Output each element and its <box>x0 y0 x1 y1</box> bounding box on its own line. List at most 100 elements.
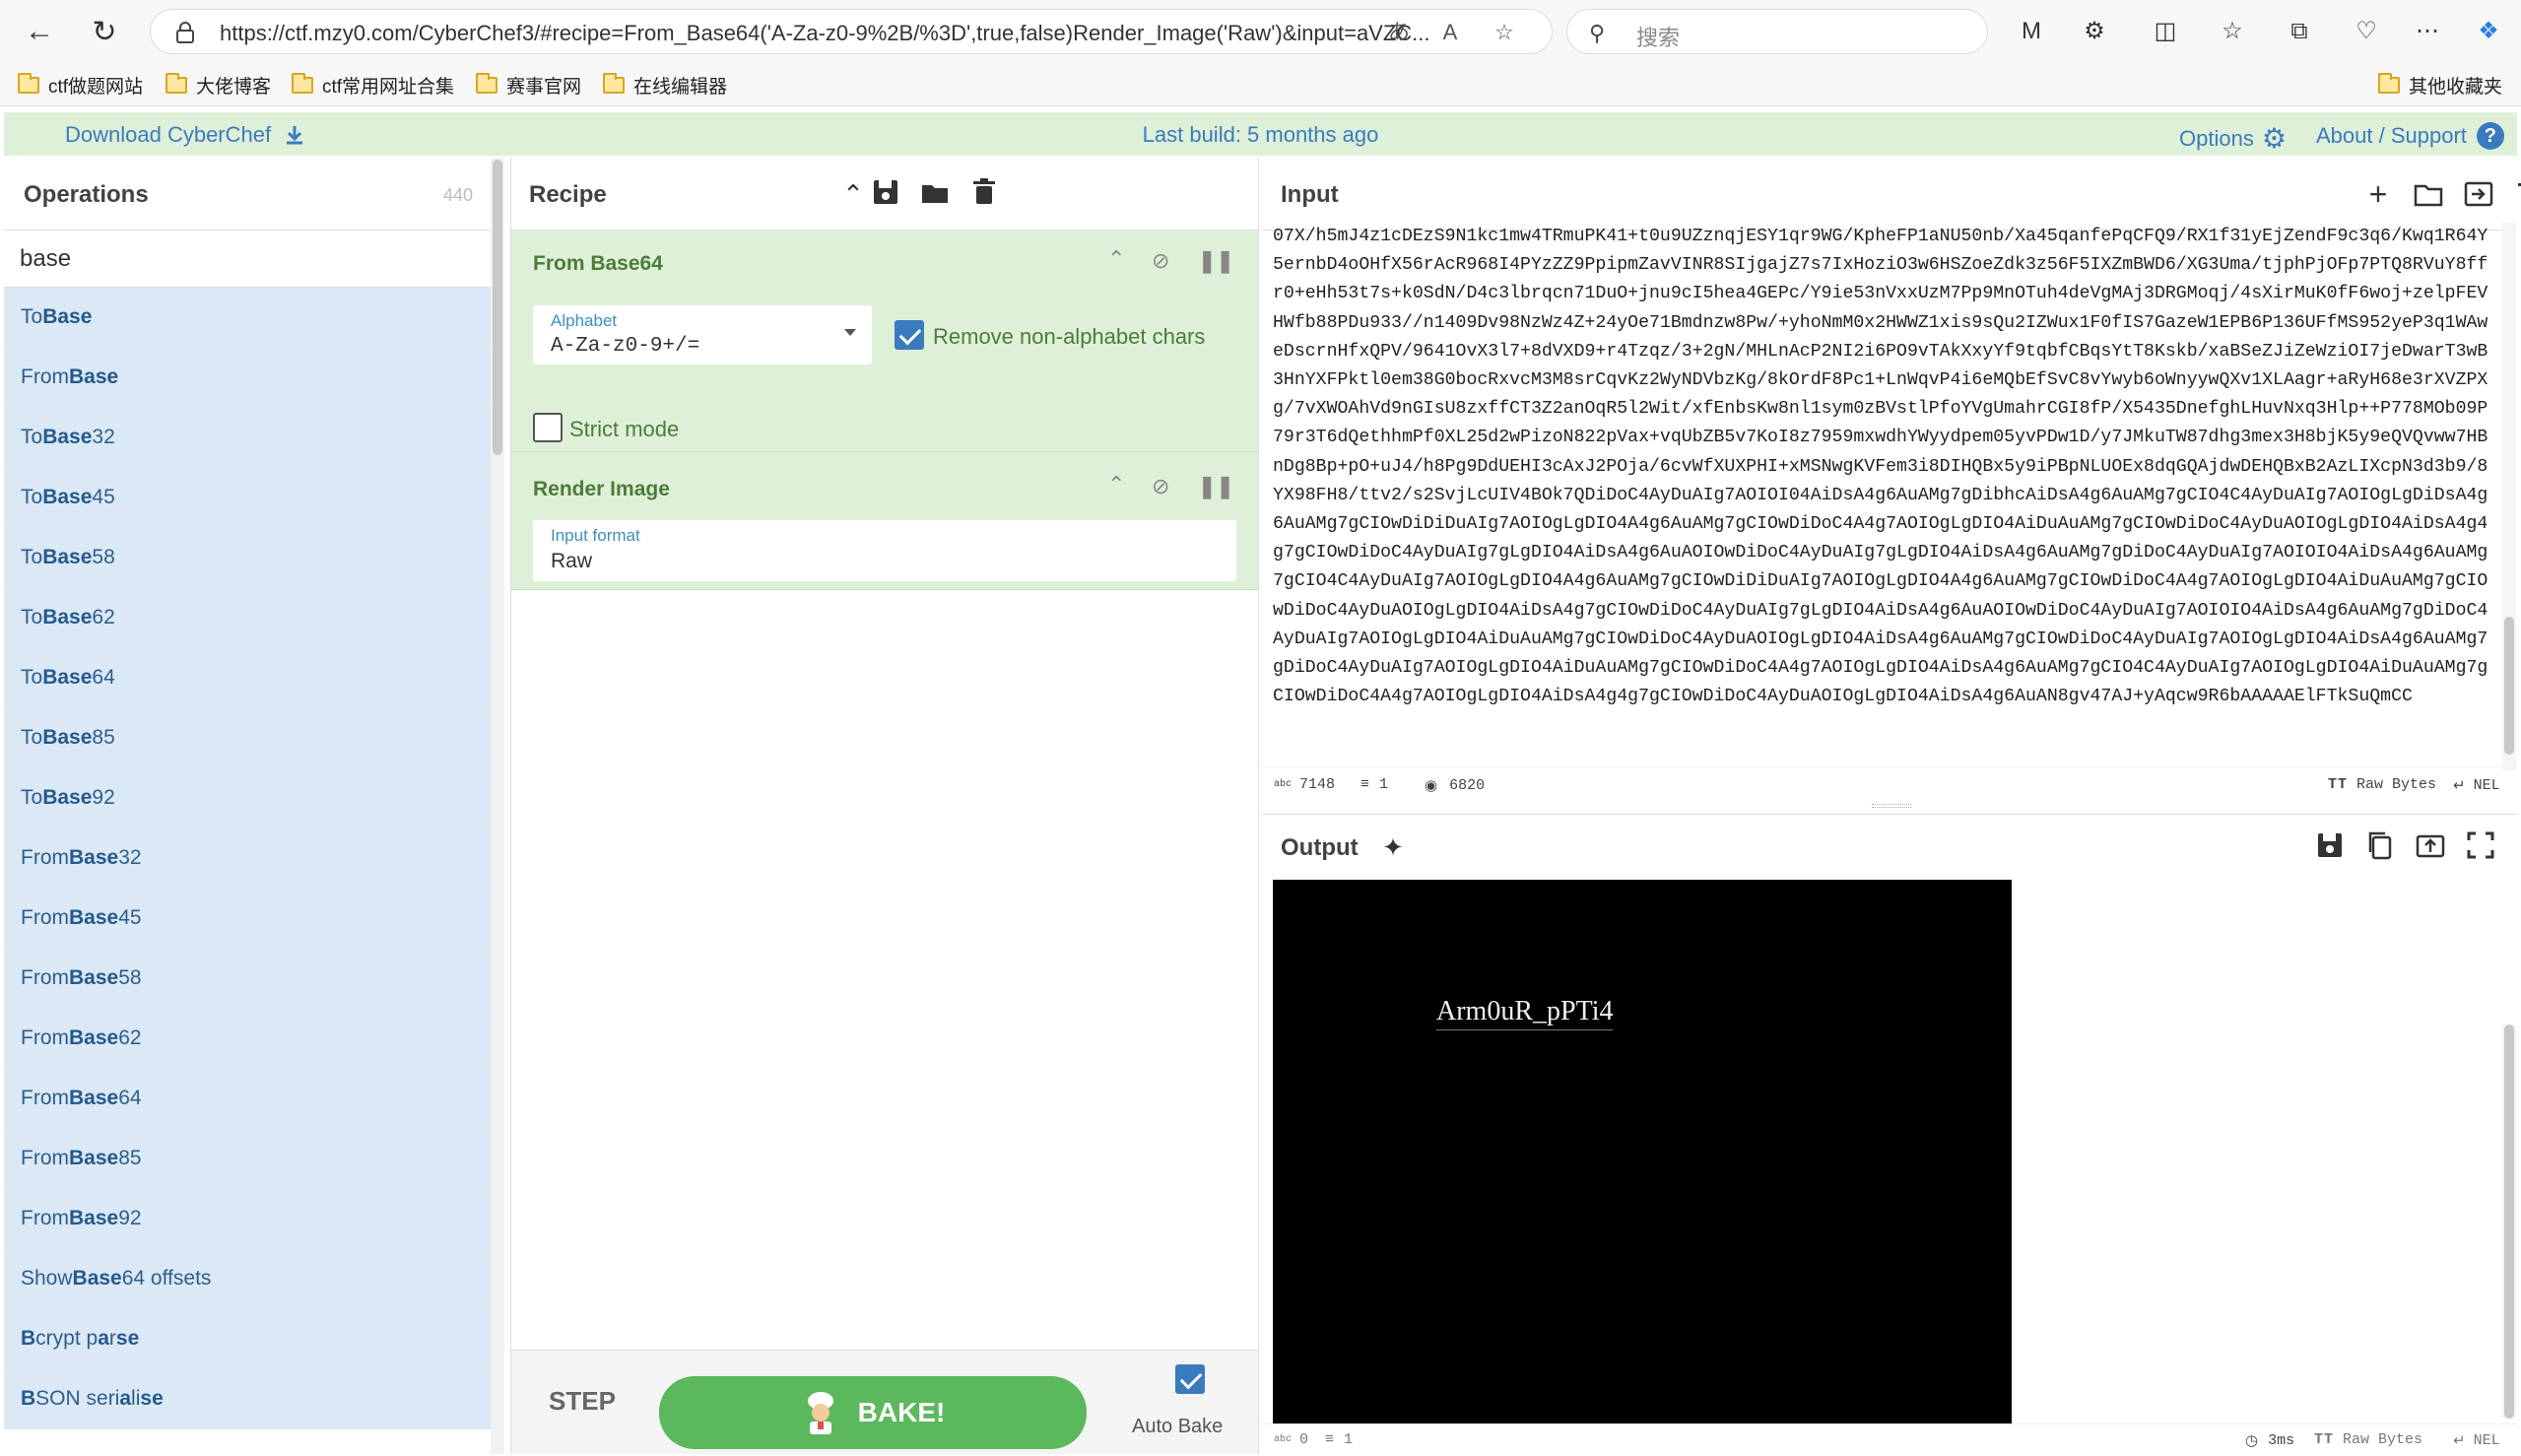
reload-icon[interactable]: ↻ <box>85 12 124 51</box>
bookmarks-bar: ctf做题网站 大佬博客 ctf常用网址合集 赛事官网 在线编辑器 其他收藏夹 <box>0 63 2521 106</box>
operation-text: 32 <box>92 426 115 448</box>
output-eol[interactable]: ↵ NEL <box>2453 1431 2500 1450</box>
input-scrollbar[interactable] <box>2502 223 2516 770</box>
input-textarea[interactable]: 07X/h5mJ4z1cDEzS9N1kc1mw4TRmuPK41+t0u9UZ… <box>1273 223 2494 762</box>
auto-bake-label: Auto Bake <box>1132 1416 1224 1437</box>
operation-item[interactable]: To Base 62 <box>4 588 491 648</box>
bookmark-folder[interactable]: 大佬博客 <box>166 71 271 99</box>
copilot-icon[interactable]: ❖ <box>2471 14 2506 49</box>
operation-text: r <box>108 1327 116 1350</box>
auto-bake-checkbox[interactable] <box>1175 1364 1205 1394</box>
split-screen-icon[interactable]: ◫ <box>2148 14 2183 49</box>
scrollbar-thumb[interactable] <box>2504 617 2514 755</box>
bake-button[interactable]: BAKE! <box>659 1376 1087 1449</box>
operation-text: crypt p <box>35 1327 99 1350</box>
read-aloud-icon[interactable]: A <box>1436 19 1464 46</box>
abc-icon: abc <box>1274 1434 1293 1445</box>
trash-icon[interactable] <box>2512 177 2521 211</box>
operation-item[interactable]: From Base 32 <box>4 828 491 889</box>
extensions-icon[interactable]: ⚙ <box>2077 14 2112 49</box>
operation-item[interactable]: To Base 58 <box>4 528 491 588</box>
output-encoding[interactable]: T T Raw Bytes <box>2314 1431 2422 1448</box>
operation-item[interactable]: To Base 92 <box>4 768 491 828</box>
more-menu-icon[interactable]: ⋯ <box>2410 14 2445 49</box>
operation-item[interactable]: B SON seri a li se <box>4 1369 491 1429</box>
operation-text: 32 <box>118 846 142 869</box>
operation-item[interactable]: To Base 45 <box>4 468 491 528</box>
replace-input-icon[interactable] <box>2414 828 2447 862</box>
collections-icon[interactable]: ⧉ <box>2282 14 2317 49</box>
address-bar[interactable]: https://ctf.mzy0.com/CyberChef3/#recipe=… <box>150 9 1553 54</box>
operation-item[interactable]: From Base 92 <box>4 1189 491 1249</box>
chevron-up-icon[interactable]: ⌃ <box>836 177 870 211</box>
input-panel: Input + 07X/h5mJ4z1cDEzS9N1kc1mw4TRmuPK4… <box>1262 158 2521 808</box>
pause-icon[interactable]: ❚❚ <box>1198 474 1234 499</box>
bookmark-folder-other[interactable]: 其他收藏夹 <box>2378 71 2502 99</box>
pause-icon[interactable]: ❚❚ <box>1198 248 1234 274</box>
operation-item[interactable]: To Base 64 <box>4 648 491 708</box>
output-scrollbar[interactable] <box>2502 1025 2516 1419</box>
save-icon[interactable] <box>869 175 902 209</box>
operation-text: 64 <box>118 1087 142 1109</box>
save-icon[interactable] <box>2313 828 2347 862</box>
bookmark-folder[interactable]: 赛事官网 <box>476 71 581 99</box>
back-icon[interactable]: ← <box>20 12 59 51</box>
operation-match-text: Base <box>69 1207 119 1229</box>
bookmark-folder[interactable]: ctf做题网站 <box>18 71 143 99</box>
alphabet-select[interactable]: Alphabet A-Za-z0-9+/= <box>533 305 872 364</box>
operation-item[interactable]: Show Base 64 offsets <box>4 1249 491 1309</box>
magic-wand-icon[interactable]: ✦ <box>1376 830 1410 864</box>
chevron-up-icon[interactable]: ⌃ <box>1107 246 1125 272</box>
scrollbar-thumb[interactable] <box>2504 1025 2514 1419</box>
add-tab-icon[interactable]: + <box>2361 177 2395 211</box>
operation-item[interactable]: From Base 64 <box>4 1069 491 1129</box>
trash-icon[interactable] <box>967 175 1001 209</box>
input-encoding[interactable]: T T Raw Bytes <box>2328 776 2436 793</box>
open-file-icon[interactable] <box>2462 177 2495 211</box>
operations-scrollbar[interactable] <box>491 158 504 1454</box>
output-length-stat: abc 0 <box>1274 1431 1309 1448</box>
recipe-op-render-image[interactable]: Render Image ⌃ ⊘ ❚❚ Input format Raw <box>511 452 1258 590</box>
translate-icon[interactable]: あ <box>1385 19 1413 46</box>
recipe-panel: Recipe ⌃ From Base64 ⌃ ⊘ ❚❚ Alphabet A-Z… <box>510 158 1259 1454</box>
operations-search-input[interactable] <box>20 240 473 278</box>
copy-icon[interactable] <box>2363 828 2397 862</box>
favorites-icon[interactable]: ☆ <box>2215 14 2250 49</box>
operation-item[interactable]: From Base 58 <box>4 949 491 1009</box>
operation-item[interactable]: To Base 85 <box>4 708 491 768</box>
operation-item[interactable]: To Base <box>4 288 491 348</box>
operation-item[interactable]: From Base 45 <box>4 889 491 949</box>
input-eol[interactable]: ↵ NEL <box>2453 776 2500 795</box>
step-button[interactable]: STEP <box>549 1386 616 1417</box>
remove-nonalpha-checkbox[interactable] <box>895 320 924 350</box>
recipe-op-from-base64[interactable]: From Base64 ⌃ ⊘ ❚❚ Alphabet A-Za-z0-9+/=… <box>511 231 1258 452</box>
bookmark-folder[interactable]: ctf常用网址合集 <box>292 71 454 99</box>
folder-open-icon[interactable] <box>918 175 952 209</box>
operation-match-text: Base <box>42 666 93 689</box>
chevron-up-icon[interactable]: ⌃ <box>1107 472 1125 497</box>
scrollbar-thumb[interactable] <box>493 160 502 455</box>
operation-item[interactable]: Bcrypt p a r se <box>4 1309 491 1369</box>
operation-item[interactable]: From Base <box>4 348 491 408</box>
operation-match-text: Base <box>42 786 93 809</box>
strict-mode-checkbox[interactable] <box>533 413 563 442</box>
disable-icon[interactable]: ⊘ <box>1152 474 1169 499</box>
operation-item[interactable]: From Base 85 <box>4 1129 491 1189</box>
recipe-op-title: From Base64 <box>533 252 663 275</box>
fullscreen-icon[interactable] <box>2464 828 2497 862</box>
operation-match-text: Base <box>42 426 93 448</box>
bookmark-folder[interactable]: 在线编辑器 <box>603 71 727 99</box>
folder-icon <box>476 72 498 94</box>
panel-resize-handle[interactable] <box>1872 804 1911 808</box>
operation-item[interactable]: From Base 62 <box>4 1009 491 1069</box>
favorite-star-icon[interactable]: ☆ <box>1491 19 1518 46</box>
about-support-link[interactable]: About / Support ? <box>2316 122 2504 150</box>
markdown-icon[interactable]: M <box>2014 14 2049 49</box>
disable-icon[interactable]: ⊘ <box>1152 248 1169 274</box>
open-folder-icon[interactable] <box>2412 177 2445 211</box>
browser-search[interactable]: ⚲ 搜索 <box>1566 9 1988 54</box>
options-link[interactable]: Options ⚙ <box>2179 122 2287 155</box>
operation-item[interactable]: To Base 32 <box>4 408 491 468</box>
browser-essentials-icon[interactable]: ♡ <box>2349 14 2384 49</box>
input-format-field[interactable]: Input format Raw <box>533 520 1236 581</box>
